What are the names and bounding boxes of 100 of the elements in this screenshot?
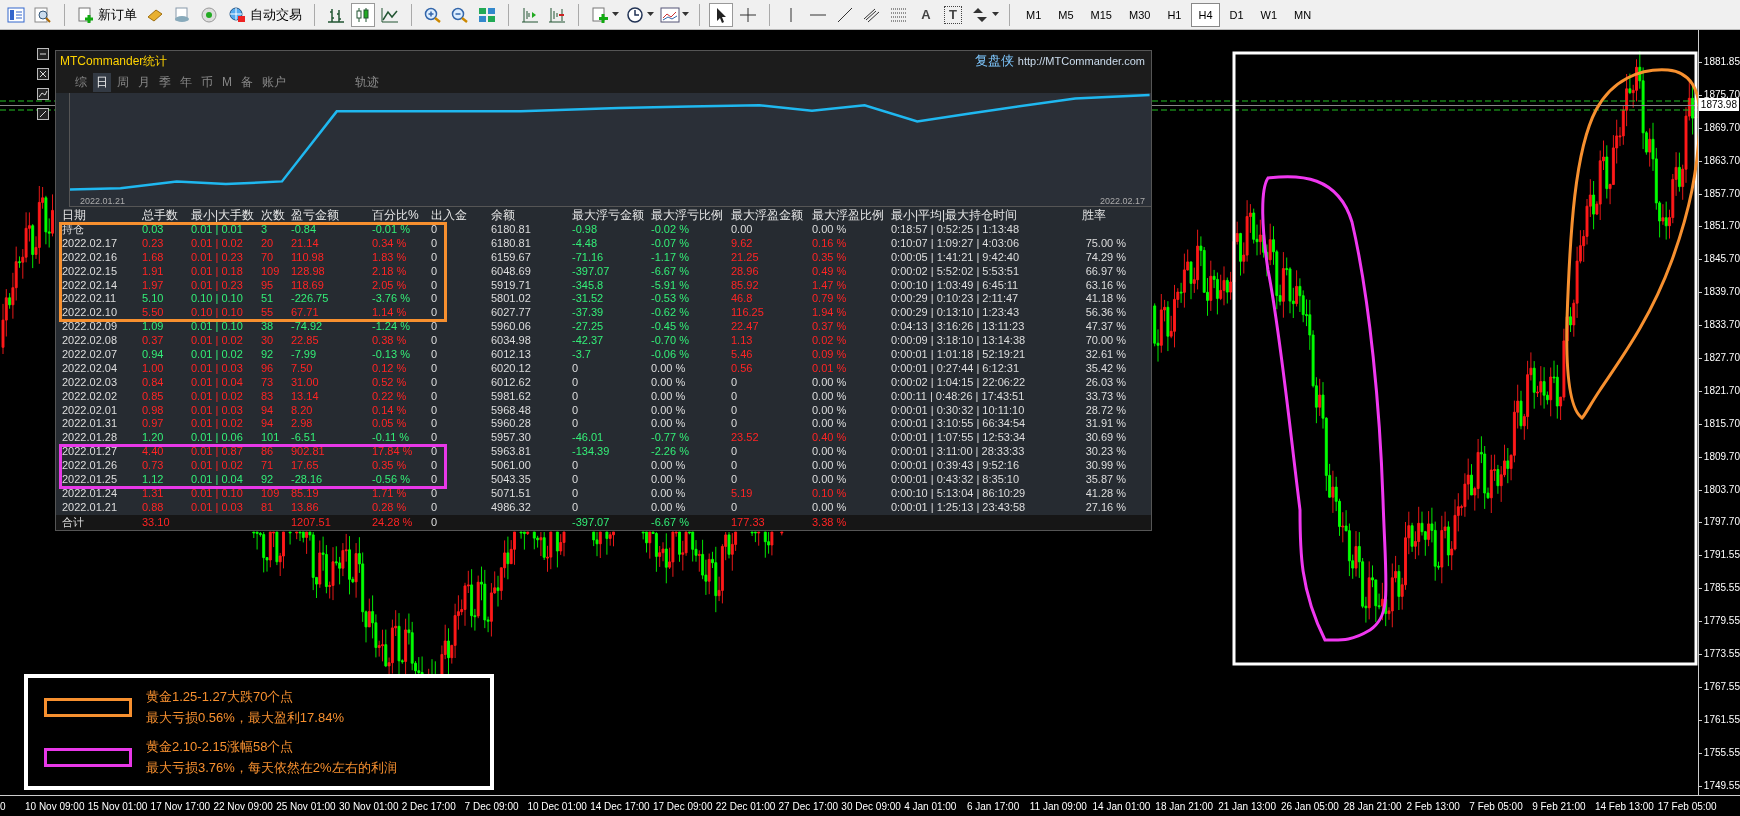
table-cell-text: 110.98: [291, 250, 325, 265]
table-cell-text: 8.20: [291, 403, 314, 418]
table-cell-text: 0.79 %: [812, 292, 848, 307]
table-cell-text: 6048.69: [491, 264, 532, 279]
timeframe-button[interactable]: H1: [1160, 2, 1189, 27]
table-cell-text: 0: [731, 459, 739, 474]
axis-label: 22 Dec 01:00: [715, 800, 777, 812]
table-cell-text: 0.03: [142, 223, 165, 237]
period-tab[interactable]: 季: [156, 72, 174, 92]
table-cell-text: 0: [572, 361, 580, 376]
table-cell-text: 2022.01.28: [62, 431, 119, 446]
table-cell-text: 75.00 %: [1084, 236, 1126, 251]
table-cell-text: -4.48: [572, 236, 599, 251]
timeframe-button[interactable]: H4: [1191, 2, 1220, 27]
table-cell-text: 0.01 | 0.02: [191, 459, 244, 474]
table-cell-text: -0.98: [572, 223, 599, 237]
column-header: 最小|大手数: [191, 207, 256, 224]
table-cell-text: 0:00:01 | 1:01:18 | 52:19:21: [891, 348, 1027, 362]
table-cell-text: 6027.77: [491, 306, 532, 321]
column-header: 总手数: [142, 207, 179, 224]
table-cell-text: 30.69 %: [1084, 431, 1126, 446]
table-cell-text: 70: [261, 250, 275, 265]
axis-label: 1833.70: [1698, 309, 1740, 342]
table-cell-text: 0:00:01 | 0:39:43 | 9:52:16: [891, 459, 1021, 474]
table-cell-text: 0: [731, 500, 739, 515]
table-cell-text: -0.01 %: [372, 223, 411, 237]
table-cell-text: 0.00 %: [812, 417, 848, 432]
table-cell-text: -71.16: [572, 250, 605, 265]
table-cell-text: 0.28 %: [372, 500, 408, 515]
auto-trading-button[interactable]: 自动交易: [224, 2, 305, 27]
axis-label: 27 Dec 17:00: [778, 800, 840, 812]
table-cell-text: 2022.01.31: [62, 417, 119, 432]
period-tab[interactable]: 月: [135, 72, 153, 92]
table-cell-text: 6180.81: [491, 223, 532, 237]
website-link[interactable]: http://MTCommander.com: [1017, 55, 1145, 67]
table-cell-text: 0:00:01 | 3:11:00 | 28:33:33: [891, 445, 1026, 460]
table-cell-text: 0: [431, 292, 439, 307]
axis-label: 1857.70: [1698, 177, 1740, 211]
period-tab[interactable]: 账户: [259, 72, 289, 92]
period-tab[interactable]: 日: [93, 72, 111, 92]
period-tab[interactable]: 年: [177, 72, 195, 92]
table-cell-text: 1.09: [142, 320, 165, 335]
table-cell-text: 0.00 %: [812, 389, 848, 404]
table-cell-text: 2022.02.03: [62, 375, 119, 390]
timeframe-button[interactable]: D1: [1222, 2, 1251, 27]
timeframe-button[interactable]: W1: [1253, 2, 1285, 27]
axis-label: 1821.70: [1698, 374, 1740, 408]
table-cell-text: 0: [731, 473, 739, 487]
table-cell-text: 0: [572, 417, 580, 432]
timeframe-button[interactable]: MN: [1287, 2, 1319, 27]
table-cell-text: 0.01 | 0.03: [191, 500, 244, 515]
table-cell-text: 2022.02.10: [62, 306, 119, 321]
table-cell-text: 2022.02.11: [62, 292, 118, 307]
table-cell-text: 1.94 %: [812, 306, 848, 321]
table-cell-text: 67.71: [291, 306, 320, 321]
timeframe-button[interactable]: M30: [1121, 2, 1158, 27]
text-tool-button[interactable]: A: [914, 2, 938, 27]
table-cell-text: 0.37 %: [812, 320, 848, 335]
table-cell-text: 2022.02.07: [62, 348, 119, 362]
table-cell-text: 0.01 | 0.23: [191, 278, 244, 293]
timeframe-button[interactable]: M5: [1051, 2, 1081, 27]
table-cell-text: 0.01 | 0.04: [191, 473, 244, 487]
table-cell-text: 0.00 %: [812, 445, 848, 460]
column-header: 最大浮亏比例: [651, 207, 724, 224]
period-tab[interactable]: 备: [238, 72, 256, 92]
table-cell-text: 0.22 %: [372, 389, 408, 404]
table-cell-text: 0.34 %: [372, 236, 408, 251]
table-cell-text: 0.00 %: [812, 403, 848, 418]
table-cell-text: 31.00: [291, 375, 320, 390]
axis-label: 7 Feb 05:00: [1469, 800, 1524, 812]
table-cell-text: 66.97 %: [1084, 264, 1126, 279]
table-cell-text: 26.03 %: [1084, 375, 1126, 390]
table-cell-text: 0.01 | 0.10: [191, 320, 244, 335]
period-tab[interactable]: 综: [72, 72, 90, 92]
table-cell-text: 4986.32: [491, 500, 532, 515]
table-cell-text: 0.01 | 0.01: [191, 223, 244, 237]
axis-label: 1815.70: [1698, 407, 1740, 441]
period-tab[interactable]: 币: [198, 72, 216, 92]
period-tab[interactable]: 轨迹: [352, 72, 382, 92]
table-cell-text: 35.87 %: [1084, 473, 1126, 487]
period-tab[interactable]: M: [219, 74, 235, 90]
table-cell-text: 1.12: [142, 473, 165, 487]
table-cell-text: 1.83 %: [372, 250, 408, 265]
label-tool-button[interactable]: T: [944, 5, 962, 24]
table-cell-text: -0.70 %: [651, 334, 690, 349]
table-cell-text: 合计: [62, 514, 85, 530]
table-cell-text: 81: [261, 500, 275, 515]
timeframe-button[interactable]: M1: [1019, 2, 1049, 27]
table-cell-text: 41.18 %: [1084, 292, 1126, 307]
axis-label: 14 Jan 01:00: [1092, 800, 1152, 812]
new-order-button[interactable]: 新订单: [74, 2, 140, 27]
table-cell-text: 0.10 %: [812, 486, 848, 501]
period-tab[interactable]: 周: [114, 72, 132, 92]
table-cell-text: 0.00 %: [812, 459, 848, 474]
table-cell-text: 2022.02.08: [62, 334, 119, 349]
table-cell-text: 92: [261, 348, 275, 362]
timeframe-button[interactable]: M15: [1083, 2, 1119, 27]
table-cell-text: 0: [731, 389, 739, 404]
table-cell-text: 0.00 %: [651, 403, 687, 418]
table-cell-text: 5.46: [731, 348, 754, 362]
